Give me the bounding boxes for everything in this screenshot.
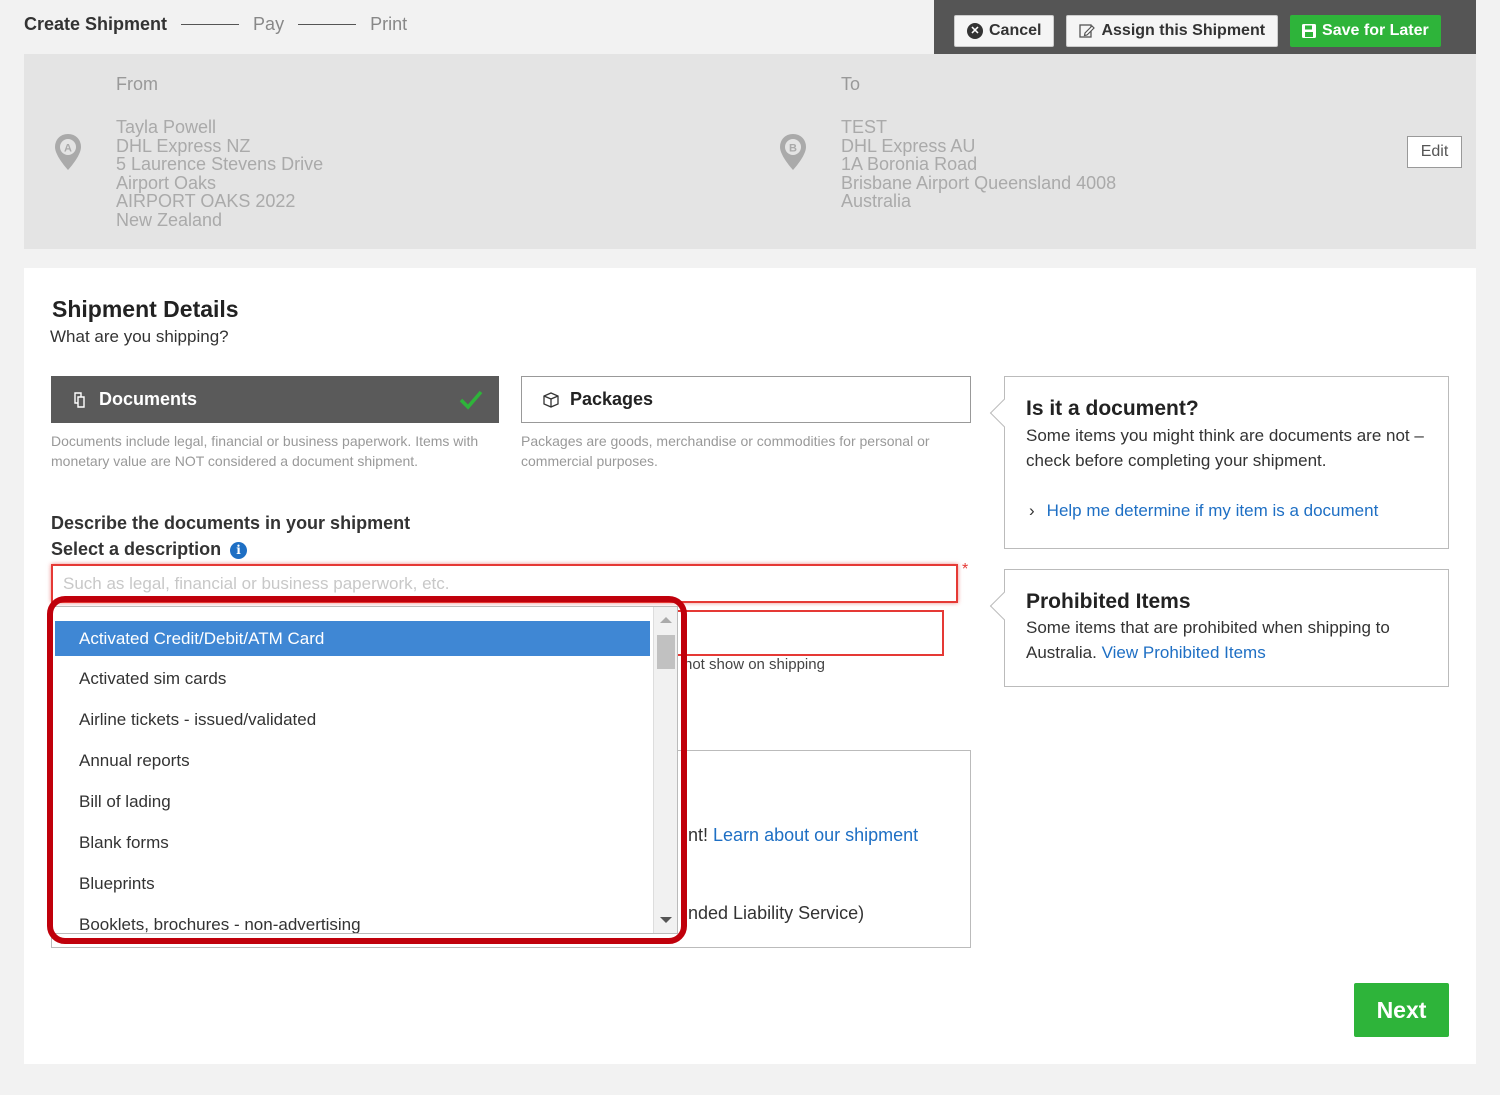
packages-option[interactable]: Packages	[521, 376, 971, 423]
view-prohibited-link[interactable]: View Prohibited Items	[1102, 643, 1266, 662]
description-input[interactable]	[51, 564, 958, 603]
cancel-button[interactable]: ✕ Cancel	[954, 15, 1055, 47]
step-pay: Pay	[253, 14, 285, 34]
prohibited-items-box: Prohibited Items Some items that are pro…	[989, 569, 1449, 687]
dropdown-option[interactable]: Activated sim cards	[53, 658, 677, 699]
protection-text: nt! Learn about our shipment	[688, 825, 918, 846]
section-subtitle: What are you shipping?	[50, 327, 229, 346]
package-icon	[543, 391, 559, 408]
to-city: Brisbane Airport Queensland 4008	[841, 172, 1117, 193]
info-box-pointer	[989, 398, 1019, 428]
description-dropdown[interactable]: Activated Credit/Debit/ATM Card Activate…	[52, 606, 678, 934]
secondary-input-note: not show on shipping	[684, 656, 825, 673]
save-icon	[1302, 24, 1317, 38]
save-for-later-button[interactable]: Save for Later	[1290, 15, 1441, 47]
cancel-label: Cancel	[989, 22, 1042, 39]
dropdown-option[interactable]: Bill of lading	[53, 781, 677, 822]
document-info-box: Is it a document? Some items you might t…	[989, 376, 1449, 549]
from-address: Tayla Powell DHL Express NZ 5 Laurence S…	[116, 118, 323, 229]
documents-icon	[74, 391, 85, 408]
from-label: From	[116, 74, 158, 94]
select-description-label: Select a description i	[51, 539, 248, 560]
prohibited-title: Prohibited Items	[1026, 590, 1191, 613]
edit-address-button[interactable]: Edit	[1407, 136, 1462, 168]
dropdown-option[interactable]: Booklets, brochures - non-advertising	[53, 904, 677, 933]
packages-description: Packages are goods, merchandise or commo…	[521, 433, 930, 469]
dropdown-scrollbar[interactable]	[653, 607, 677, 933]
from-name: Tayla Powell	[116, 117, 217, 137]
next-button[interactable]: Next	[1354, 983, 1449, 1037]
to-country: Australia	[841, 191, 912, 211]
from-country: New Zealand	[116, 209, 223, 230]
step-divider	[298, 24, 357, 25]
to-address: TEST DHL Express AU 1A Boronia Road Bris…	[841, 118, 1116, 211]
documents-label: Documents	[99, 389, 198, 409]
to-company: DHL Express AU	[841, 135, 976, 156]
location-pin-b-icon: B	[780, 134, 806, 170]
location-pin-a-icon: A	[55, 134, 81, 170]
from-company: DHL Express NZ	[116, 135, 251, 156]
save-label: Save for Later	[1322, 22, 1429, 39]
step-divider	[181, 24, 240, 25]
from-city: AIRPORT OAKS 2022	[116, 191, 296, 211]
describe-label: Describe the documents in your shipment	[51, 513, 411, 533]
help-determine-label: Help me determine if my item is a docume…	[1046, 501, 1379, 520]
address-panel: From A Tayla Powell DHL Express NZ 5 Lau…	[24, 54, 1476, 249]
document-info-title: Is it a document?	[1026, 397, 1199, 420]
secondary-input[interactable]	[674, 610, 944, 656]
dropdown-option[interactable]: Airline tickets - issued/validated	[53, 699, 677, 740]
packages-label: Packages	[570, 389, 654, 409]
to-street: 1A Boronia Road	[841, 154, 978, 174]
protection-prefix: nt!	[688, 825, 709, 845]
required-asterisk: *	[962, 561, 969, 578]
prohibited-body: Some items that are prohibited when ship…	[1026, 615, 1436, 665]
select-description-text: Select a description	[51, 539, 222, 559]
checkmark-icon	[459, 390, 483, 410]
dropdown-option[interactable]: Blank forms	[53, 822, 677, 863]
progress-steps: Create Shipment Pay Print	[24, 14, 407, 35]
edit-icon	[1079, 24, 1096, 38]
to-name: TEST	[841, 117, 888, 137]
step-create-shipment: Create Shipment	[24, 14, 168, 34]
chevron-right-icon: ›	[1029, 501, 1035, 520]
documents-description: Documents include legal, financial or bu…	[51, 433, 479, 469]
action-bar: ✕ Cancel Assign this Shipment Save for L…	[934, 0, 1476, 62]
info-box-pointer	[989, 591, 1019, 621]
section-title: Shipment Details	[52, 296, 239, 322]
to-label: To	[841, 74, 861, 94]
assign-shipment-button[interactable]: Assign this Shipment	[1066, 15, 1279, 47]
documents-option[interactable]: Documents	[51, 376, 499, 423]
learn-shipment-link[interactable]: Learn about our shipment	[713, 825, 918, 845]
assign-label: Assign this Shipment	[1101, 22, 1266, 39]
pin-b-letter: B	[789, 143, 797, 155]
dropdown-list: Activated Credit/Debit/ATM Card Activate…	[53, 621, 677, 933]
info-icon[interactable]: i	[230, 542, 248, 559]
dropdown-option[interactable]: Blueprints	[53, 863, 677, 904]
from-suburb: Airport Oaks	[116, 172, 217, 193]
from-street: 5 Laurence Stevens Drive	[116, 154, 324, 174]
pin-a-letter: A	[64, 143, 72, 155]
liability-text: nded Liability Service)	[688, 903, 865, 923]
scroll-up-icon[interactable]	[660, 617, 672, 623]
dropdown-option-selected[interactable]: Activated Credit/Debit/ATM Card	[55, 621, 650, 656]
document-info-body: Some items you might think are documents…	[1026, 426, 1424, 470]
help-determine-link[interactable]: › Help me determine if my item is a docum…	[1029, 501, 1378, 521]
dropdown-option[interactable]: Annual reports	[53, 740, 677, 781]
step-print: Print	[370, 14, 408, 34]
cancel-icon: ✕	[967, 23, 983, 39]
scroll-down-icon[interactable]	[660, 917, 672, 923]
scroll-thumb[interactable]	[657, 635, 675, 669]
